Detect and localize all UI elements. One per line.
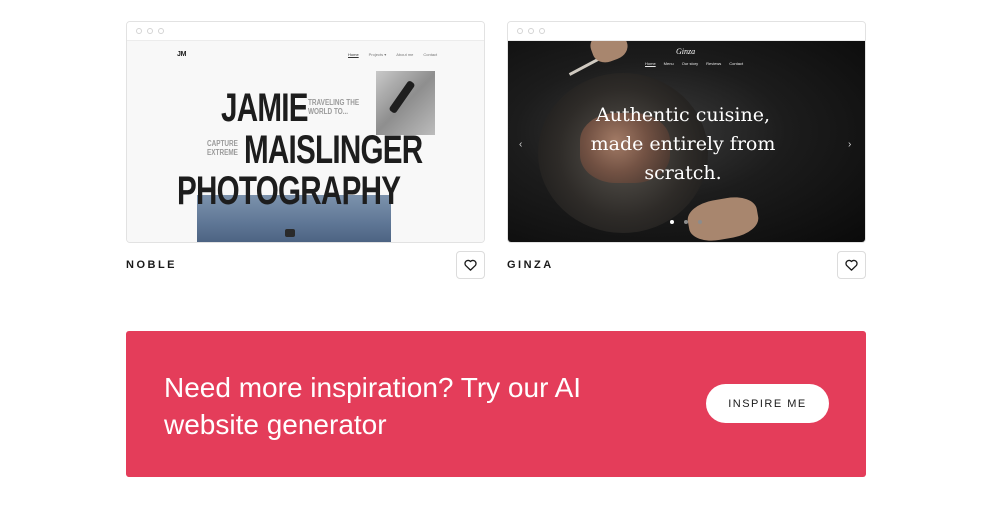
preview-nav-item: Home bbox=[348, 52, 359, 57]
preview-nav-item: Contact bbox=[729, 61, 744, 66]
carousel-next-icon: › bbox=[848, 139, 852, 150]
carousel-dot-icon bbox=[684, 220, 688, 224]
snowboarder-photo bbox=[376, 71, 435, 135]
preview-viewport: Ginza Home Menu Our story Reviews Contac… bbox=[508, 41, 865, 242]
preview-headline: Authentic cuisine, made entirely from sc… bbox=[590, 104, 776, 184]
preview-nav: Home Projects ▾ About me Contact bbox=[348, 52, 437, 57]
favorite-button[interactable] bbox=[456, 251, 485, 279]
window-dot-icon bbox=[528, 28, 534, 34]
carousel-prev-icon: ‹ bbox=[519, 139, 523, 150]
preview-nav-item: Home bbox=[645, 61, 656, 66]
preview-nav: Home Menu Our story Reviews Contact bbox=[645, 61, 743, 66]
preview-nav-item: Our story bbox=[681, 61, 699, 66]
hand-photo bbox=[685, 193, 761, 242]
browser-chrome bbox=[508, 22, 865, 41]
heart-icon bbox=[845, 259, 858, 271]
browser-chrome bbox=[127, 22, 484, 41]
preview-tagline: CAPTURE EXTREME bbox=[207, 139, 238, 158]
preview-nav-item: Contact bbox=[423, 52, 438, 57]
template-card-noble[interactable]: JM Home Projects ▾ About me Contact TRAV… bbox=[126, 21, 485, 279]
preview-title-line: JAMIE bbox=[221, 86, 309, 130]
banner-text: Need more inspiration? Try our AI websit… bbox=[164, 372, 582, 440]
favorite-button[interactable] bbox=[837, 251, 866, 279]
template-name: GINZA bbox=[507, 259, 554, 271]
carousel-dot-icon bbox=[698, 220, 702, 224]
template-name: NOBLE bbox=[126, 259, 177, 271]
preview-viewport: JM Home Projects ▾ About me Contact TRAV… bbox=[127, 41, 484, 242]
preview-logo: Ginza bbox=[676, 47, 696, 56]
carousel-dots bbox=[670, 220, 702, 224]
window-dot-icon bbox=[539, 28, 545, 34]
window-dot-icon bbox=[517, 28, 523, 34]
ai-generator-banner: Need more inspiration? Try our AI websit… bbox=[126, 331, 866, 477]
template-card-ginza[interactable]: Ginza Home Menu Our story Reviews Contac… bbox=[507, 21, 866, 279]
preview-title-line: MAISLINGER bbox=[244, 128, 423, 172]
template-preview-ginza[interactable]: Ginza Home Menu Our story Reviews Contac… bbox=[507, 21, 866, 243]
card-footer: GINZA bbox=[507, 251, 866, 279]
preview-nav-item: About me bbox=[396, 52, 414, 57]
preview-nav-item: Projects ▾ bbox=[368, 52, 387, 57]
inspire-me-button[interactable]: INSPIRE ME bbox=[706, 384, 829, 423]
preview-nav-item: Reviews bbox=[706, 61, 722, 66]
preview-nav-item: Menu bbox=[663, 61, 674, 66]
card-footer: NOBLE bbox=[126, 251, 485, 279]
window-dot-icon bbox=[147, 28, 153, 34]
window-dot-icon bbox=[158, 28, 164, 34]
carousel-dot-icon bbox=[670, 220, 674, 224]
template-preview-noble[interactable]: JM Home Projects ▾ About me Contact TRAV… bbox=[126, 21, 485, 243]
preview-tagline: TRAVELING THE WORLD TO... bbox=[308, 98, 360, 117]
preview-title-line: PHOTOGRAPHY bbox=[177, 169, 401, 213]
window-dot-icon bbox=[136, 28, 142, 34]
preview-logo: JM bbox=[177, 51, 187, 58]
heart-icon bbox=[464, 259, 477, 271]
